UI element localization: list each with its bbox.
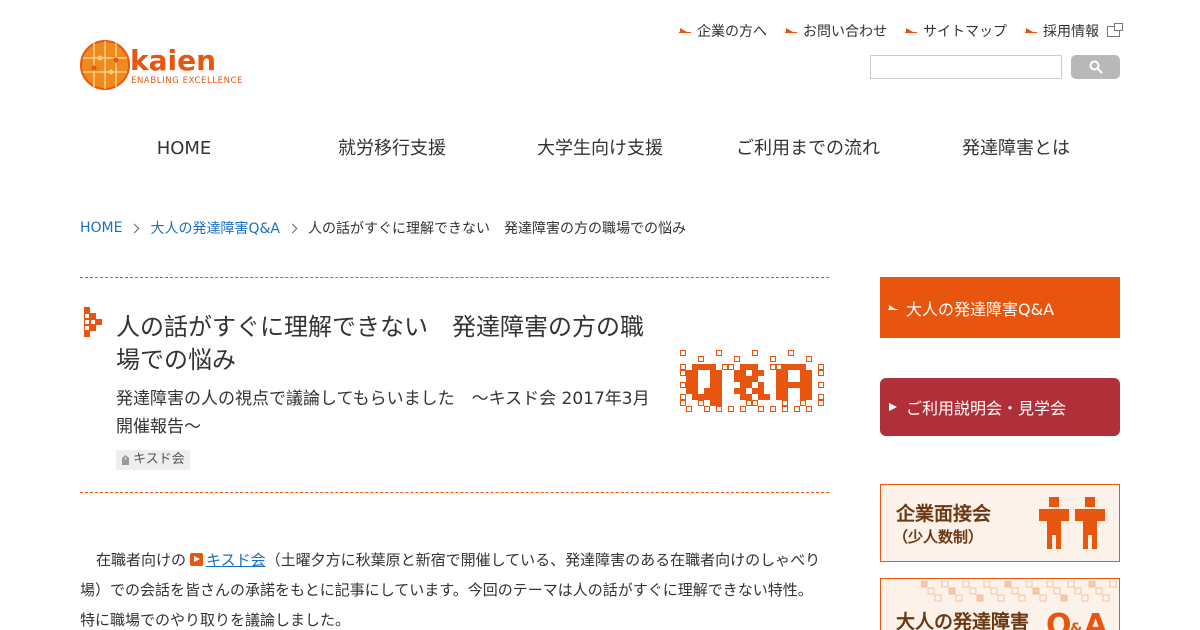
banner-interview-subtitle: （少人数制） [893, 528, 984, 546]
qa-pixel-graphic [680, 350, 824, 412]
banner-company-interview[interactable]: 企業面接会 （少人数制） [880, 484, 1120, 562]
svg-text:Q: Q [1046, 608, 1072, 630]
sidebar-briefing-label: ご利用説明会・見学会 [906, 399, 1067, 418]
tag-icon [122, 455, 129, 465]
nav-student-support[interactable]: 大学生向け支援 [496, 130, 704, 170]
article-body: 在職者向けの キスド会（土曜夕方に秋葉原と新宿で開催している、発達障害のある在職者… [80, 545, 825, 630]
search-icon [1089, 60, 1103, 74]
arrow-icon [679, 27, 691, 35]
banner-qa-title: 大人の発達障害 [896, 611, 1030, 630]
arrow-icon [905, 27, 917, 35]
kaien-logo[interactable]: kaien ENABLING EXCELLENCE [80, 38, 260, 96]
divider-bottom [80, 492, 829, 493]
sidebar-briefing-button[interactable]: ご利用説明会・見学会 [880, 378, 1120, 436]
kisudo-link[interactable]: キスド会 [206, 551, 266, 569]
puzzle-globe-icon [80, 40, 130, 90]
svg-text:&: & [1070, 621, 1082, 630]
util-link-label: サイトマップ [923, 24, 1007, 40]
util-link-label: 企業の方へ [697, 24, 767, 40]
svg-text:A: A [1084, 608, 1108, 630]
qa-letters-icon: Q & A [1046, 608, 1108, 630]
arrow-icon [888, 304, 898, 312]
external-window-icon [1107, 22, 1123, 37]
nav-employment-transition[interactable]: 就労移行支援 [288, 130, 496, 170]
util-link-label: お問い合わせ [803, 24, 887, 40]
tag-kisudo[interactable]: キスド会 [116, 450, 190, 470]
logo-wordmark: kaien [130, 44, 216, 77]
util-link-sitemap[interactable]: サイトマップ [905, 20, 1007, 42]
people-pixel-icon [1039, 497, 1105, 549]
sidebar-qa-button[interactable]: 大人の発達障害Q&A [880, 277, 1120, 338]
chevron-right-icon [130, 223, 140, 233]
nav-about-disability[interactable]: 発達障害とは [912, 130, 1120, 170]
util-link-recruit[interactable]: 採用情報 [1025, 20, 1123, 42]
page-subtitle: 発達障害の人の視点で議論してもらいました ～キスド会 2017年3月 開催報告～ [116, 389, 650, 437]
breadcrumb-home[interactable]: HOME [80, 220, 122, 236]
divider-top [80, 277, 829, 278]
nav-usage-flow[interactable]: ご利用までの流れ [704, 130, 912, 170]
tag-label: キスド会 [133, 452, 185, 467]
nav-home[interactable]: HOME [80, 130, 288, 170]
arrow-icon [785, 27, 797, 35]
banner-interview-title: 企業面接会 [896, 503, 992, 525]
util-link-label: 採用情報 [1043, 24, 1099, 40]
page-title: 人の話がすぐに理解できない 発達障害の方の職場での悩み [116, 313, 644, 374]
arrow-icon [1025, 27, 1037, 35]
breadcrumb-current: 人の話がすぐに理解できない 発達障害の方の職場での悩み [308, 221, 686, 237]
search-input[interactable] [870, 55, 1062, 79]
banner-adult-qa[interactable]: 大人の発達障害 Q & A [880, 578, 1120, 630]
utility-nav: 企業の方へ お問い合わせ サイトマップ 採用情報 [679, 20, 1123, 42]
util-link-contact[interactable]: お問い合わせ [785, 20, 887, 42]
sidebar-qa-label: 大人の発達障害Q&A [906, 299, 1055, 319]
link-arrow-icon [190, 553, 204, 566]
chevron-right-icon [287, 223, 298, 233]
search-button[interactable] [1071, 55, 1120, 79]
pixel-title-icon [84, 307, 102, 337]
triangle-right-icon [888, 403, 898, 411]
logo-tagline: ENABLING EXCELLENCE [131, 76, 243, 86]
body-text-lead: 在職者向けの [96, 551, 187, 569]
breadcrumb-category[interactable]: 大人の発達障害Q&A [150, 218, 280, 238]
util-link-corporate[interactable]: 企業の方へ [679, 20, 767, 42]
breadcrumb: HOME 大人の発達障害Q&A 人の話がすぐに理解できない 発達障害の方の職場で… [80, 218, 686, 238]
global-nav: HOME 就労移行支援 大学生向け支援 ご利用までの流れ 発達障害とは [80, 130, 1120, 170]
